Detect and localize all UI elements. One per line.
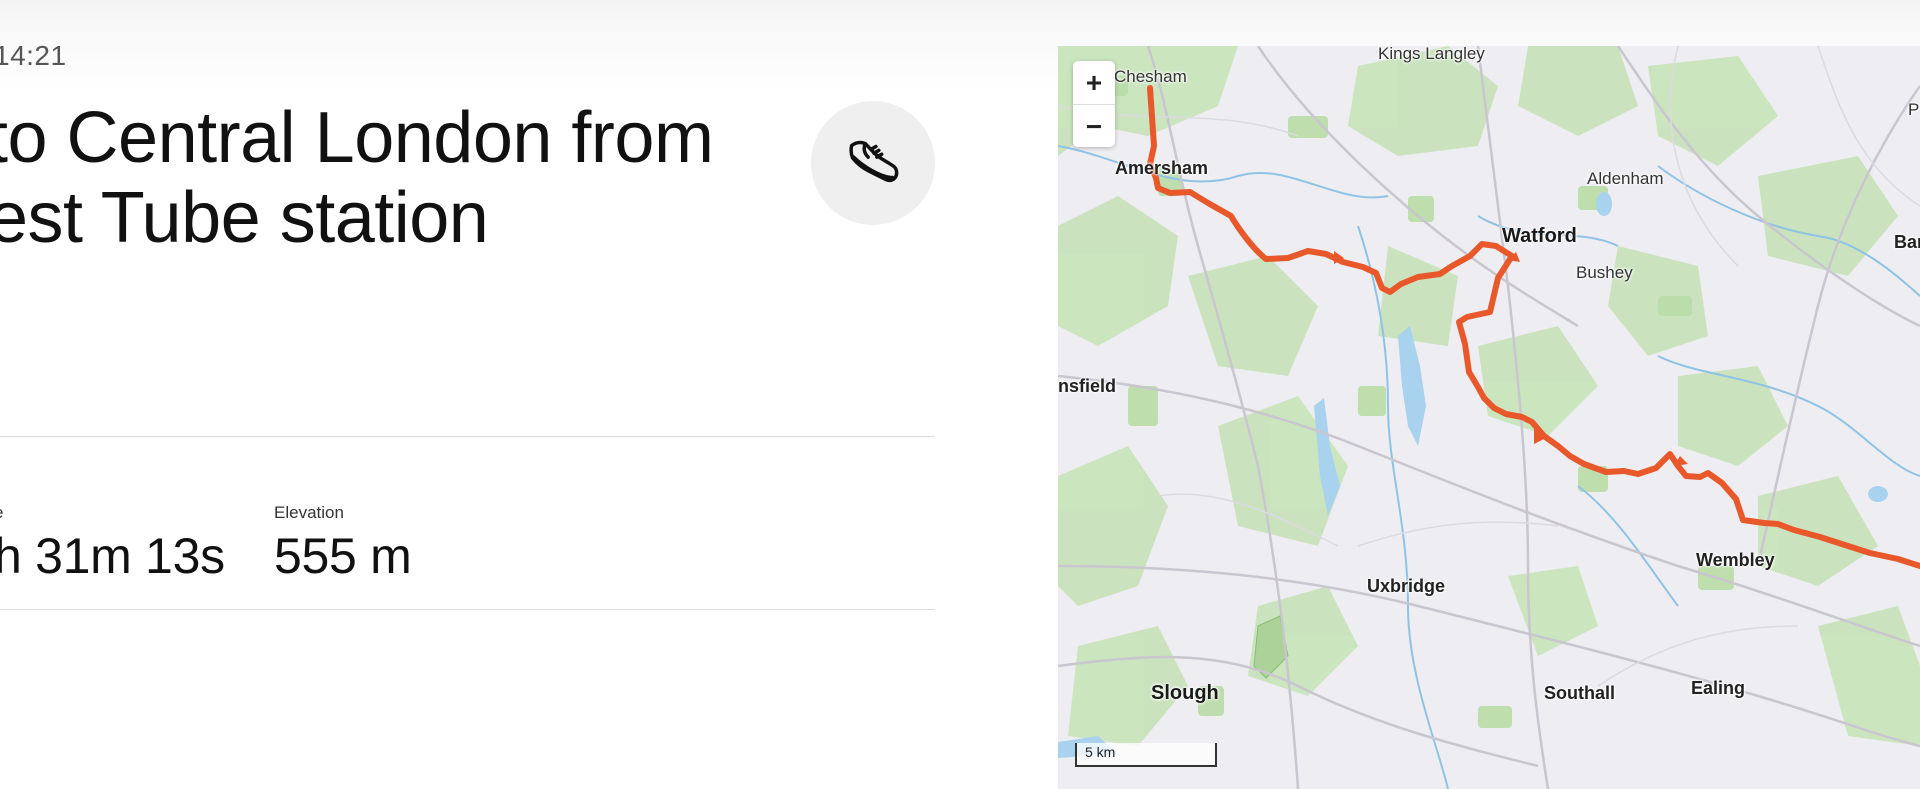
place-label: Watford (1502, 225, 1577, 247)
place-label: Uxbridge (1367, 576, 1446, 596)
map-scale: 5 km (1075, 743, 1217, 767)
zoom-control: + − (1073, 61, 1115, 147)
place-label: nsfield (1058, 376, 1117, 396)
stat-time-value: h 31m 13s (0, 528, 225, 584)
place-label: P (1908, 100, 1920, 119)
stat-time-label: e (0, 503, 3, 523)
place-label: Ealing (1691, 678, 1746, 698)
stat-elevation-value: 555 m (274, 528, 412, 584)
sport-badge (811, 101, 935, 225)
place-label: Kings Langley (1378, 46, 1485, 63)
stat-elevation-label: Elevation (274, 503, 344, 522)
place-label: Bushey (1576, 263, 1633, 282)
place-label: Bar (1894, 232, 1920, 252)
zoom-out-button[interactable]: − (1073, 104, 1115, 148)
place-label: Aldenham (1587, 169, 1664, 188)
activity-time: 14:21 (0, 40, 67, 71)
place-label: Slough (1151, 682, 1219, 704)
place-label: Chesham (1114, 67, 1187, 86)
zoom-in-button[interactable]: + (1073, 61, 1115, 104)
place-label: Southall (1544, 683, 1615, 703)
divider-top (0, 436, 935, 437)
divider-bottom (0, 609, 935, 610)
route-map[interactable]: Kings Langley Chesham Amersham Aldenham … (1058, 46, 1920, 789)
activity-title: to Central London from est Tube station (0, 98, 714, 258)
place-label: Amersham (1115, 158, 1209, 178)
place-label: Wembley (1696, 550, 1775, 570)
running-shoe-icon (842, 130, 904, 197)
